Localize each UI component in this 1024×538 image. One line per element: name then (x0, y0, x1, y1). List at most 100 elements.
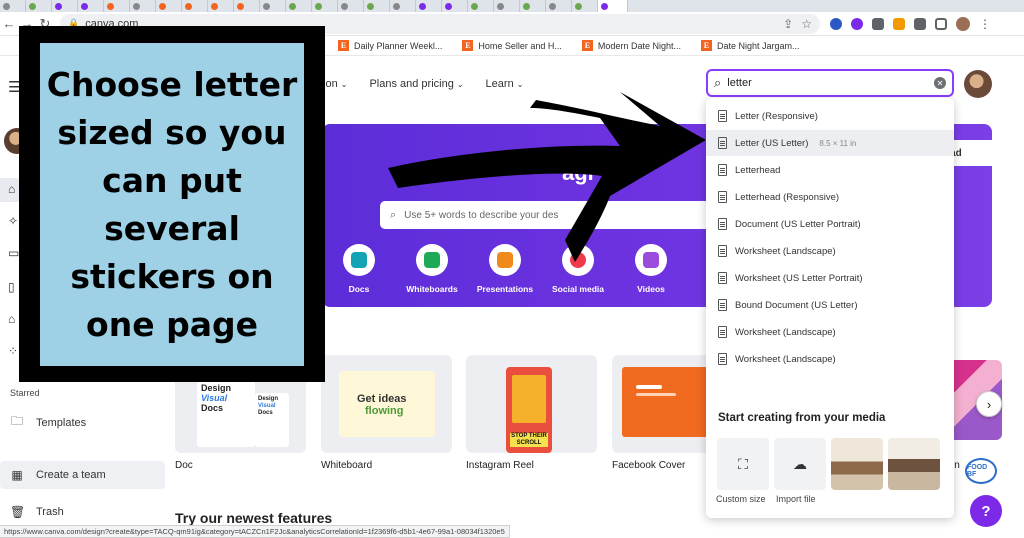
nav-item[interactable]: Learn ⌄ (486, 78, 524, 90)
browser-tab[interactable] (26, 0, 52, 12)
custom-size-tile[interactable]: ⛶ (717, 438, 769, 490)
browser-tab[interactable] (104, 0, 130, 12)
category-label: Presentations (476, 284, 534, 294)
help-button[interactable]: ? (970, 495, 1002, 527)
clear-search-icon[interactable]: ✕ (934, 77, 946, 89)
category-presentations[interactable]: Presentations (469, 244, 541, 294)
team-icon: ▦ (11, 468, 23, 482)
chevron-down-icon: ⌄ (516, 80, 524, 89)
extension-icon[interactable] (872, 17, 884, 30)
template-card-whiteboard[interactable]: Get ideas flowing (321, 355, 452, 453)
category-docs[interactable]: Docs (323, 244, 395, 294)
annotation-note: Choose letter sized so you can put sever… (19, 26, 325, 382)
browser-tab[interactable] (442, 0, 468, 12)
media-thumbnail[interactable] (888, 438, 940, 490)
extension-icon[interactable] (893, 17, 905, 30)
tab-favicon-icon (289, 2, 296, 10)
category-videos[interactable]: Videos (615, 244, 687, 294)
browser-tab[interactable] (338, 0, 364, 12)
browser-tab-active[interactable] (598, 0, 628, 12)
carousel-next-button[interactable]: › (976, 391, 1002, 417)
suggestion-label: Worksheet (Landscape) (735, 353, 836, 365)
extension-icon[interactable] (830, 17, 842, 30)
suggestion-label: Letter (Responsive) (735, 110, 818, 122)
sidebar-item-create-team[interactable]: ▦ Create a team (0, 461, 165, 489)
design-search-input[interactable]: ⌕ Use 5+ words to describe your des (380, 201, 716, 229)
template-label: Doc (175, 460, 193, 471)
back-icon[interactable]: ← (0, 15, 18, 33)
tab-favicon-icon (575, 2, 582, 10)
suggestion-label: Worksheet (Landscape) (735, 245, 836, 257)
suggestion-item[interactable]: Letterhead (706, 157, 954, 183)
suggestion-item[interactable]: Letter (Responsive) (706, 103, 954, 129)
media-section-title: Start creating from your media (718, 412, 886, 424)
account-avatar[interactable] (964, 70, 992, 98)
browser-tab[interactable] (130, 0, 156, 12)
browser-tab[interactable] (572, 0, 598, 12)
browser-tab[interactable] (468, 0, 494, 12)
suggestion-item[interactable]: Worksheet (Landscape) (706, 346, 954, 372)
template-label: Facebook Cover (612, 460, 686, 471)
sidebar-icon[interactable] (935, 17, 947, 30)
bookmark-star-icon[interactable]: ☆ (801, 17, 812, 31)
screen: ← → ↻ 🔒 canva.com ⇪ ☆ ⋮ E Daily Planner W… (0, 0, 1024, 538)
browser-tab[interactable] (0, 0, 26, 12)
category-whiteboards[interactable]: Whiteboards (396, 244, 468, 294)
browser-tab[interactable] (260, 0, 286, 12)
browser-tab[interactable] (156, 0, 182, 12)
puzzle-icon[interactable] (914, 17, 926, 30)
etsy-icon: E (338, 40, 349, 51)
browser-tab[interactable] (78, 0, 104, 12)
bookmark-item[interactable]: E Home Seller and H... (462, 40, 562, 51)
tab-favicon-icon (549, 2, 556, 10)
browser-tab[interactable] (312, 0, 338, 12)
browser-tab[interactable] (416, 0, 442, 12)
nav-item[interactable]: Plans and pricing ⌄ (369, 78, 463, 90)
browser-tab[interactable] (208, 0, 234, 12)
docs-icon (343, 244, 375, 276)
suggestion-item[interactable]: Document (US Letter Portrait) (706, 211, 954, 237)
heart-icon (562, 244, 594, 276)
category-label: Social media (552, 284, 604, 294)
share-icon[interactable]: ⇪ (783, 17, 793, 31)
suggestion-item[interactable]: Bound Document (US Letter) (706, 292, 954, 318)
browser-tab[interactable] (364, 0, 390, 12)
suggestion-item[interactable]: Worksheet (US Letter Portrait) (706, 265, 954, 291)
annotation-note-body: Choose letter sized so you can put sever… (40, 43, 304, 366)
main-search-input[interactable]: ⌕ letter ✕ (706, 69, 954, 97)
thumb-text: Design (201, 383, 232, 393)
top-nav: tion ⌄ Plans and pricing ⌄ Learn ⌄ (320, 78, 523, 90)
menu-dots-icon[interactable]: ⋮ (979, 17, 991, 31)
suggestion-item[interactable]: Letterhead (Responsive) (706, 184, 954, 210)
browser-tab[interactable] (286, 0, 312, 12)
category-social-media[interactable]: Social media (542, 244, 614, 294)
suggestion-label: Bound Document (US Letter) (735, 299, 858, 311)
badge-logo: FOOD BF (965, 458, 997, 484)
bookmark-item[interactable]: E Daily Planner Weekl... (338, 40, 442, 51)
extension-icon[interactable] (851, 17, 863, 30)
suggestion-item-highlighted[interactable]: Letter (US Letter) 8.5 × 11 in (706, 130, 954, 156)
tab-favicon-icon (185, 2, 192, 10)
bookmark-item[interactable]: E Date Night Jargam... (700, 40, 800, 51)
sidebar-item-templates[interactable]: 🗀 Templates (10, 412, 86, 433)
bookmark-item[interactable]: E Modern Date Night... (581, 40, 681, 51)
profile-avatar[interactable] (956, 16, 970, 31)
browser-tab[interactable] (390, 0, 416, 12)
import-file-tile[interactable]: ☁ (774, 438, 826, 490)
browser-tab[interactable] (234, 0, 260, 12)
sidebar-item-trash[interactable]: 🗑 Trash (10, 505, 64, 519)
browser-tab[interactable] (546, 0, 572, 12)
presentation-icon (489, 244, 521, 276)
browser-tab[interactable] (52, 0, 78, 12)
video-icon (635, 244, 667, 276)
browser-tab[interactable] (182, 0, 208, 12)
suggestion-item[interactable]: Worksheet (Landscape) (706, 319, 954, 345)
template-card-instagram-reel[interactable]: STOP THEIR SCROLL (466, 355, 597, 453)
browser-tab-strip (0, 0, 1024, 12)
media-thumbnail[interactable] (831, 438, 883, 490)
document-icon (718, 218, 727, 230)
browser-tab[interactable] (494, 0, 520, 12)
suggestion-item[interactable]: Worksheet (Landscape) (706, 238, 954, 264)
annotation-line: several (104, 208, 240, 248)
browser-tab[interactable] (520, 0, 546, 12)
